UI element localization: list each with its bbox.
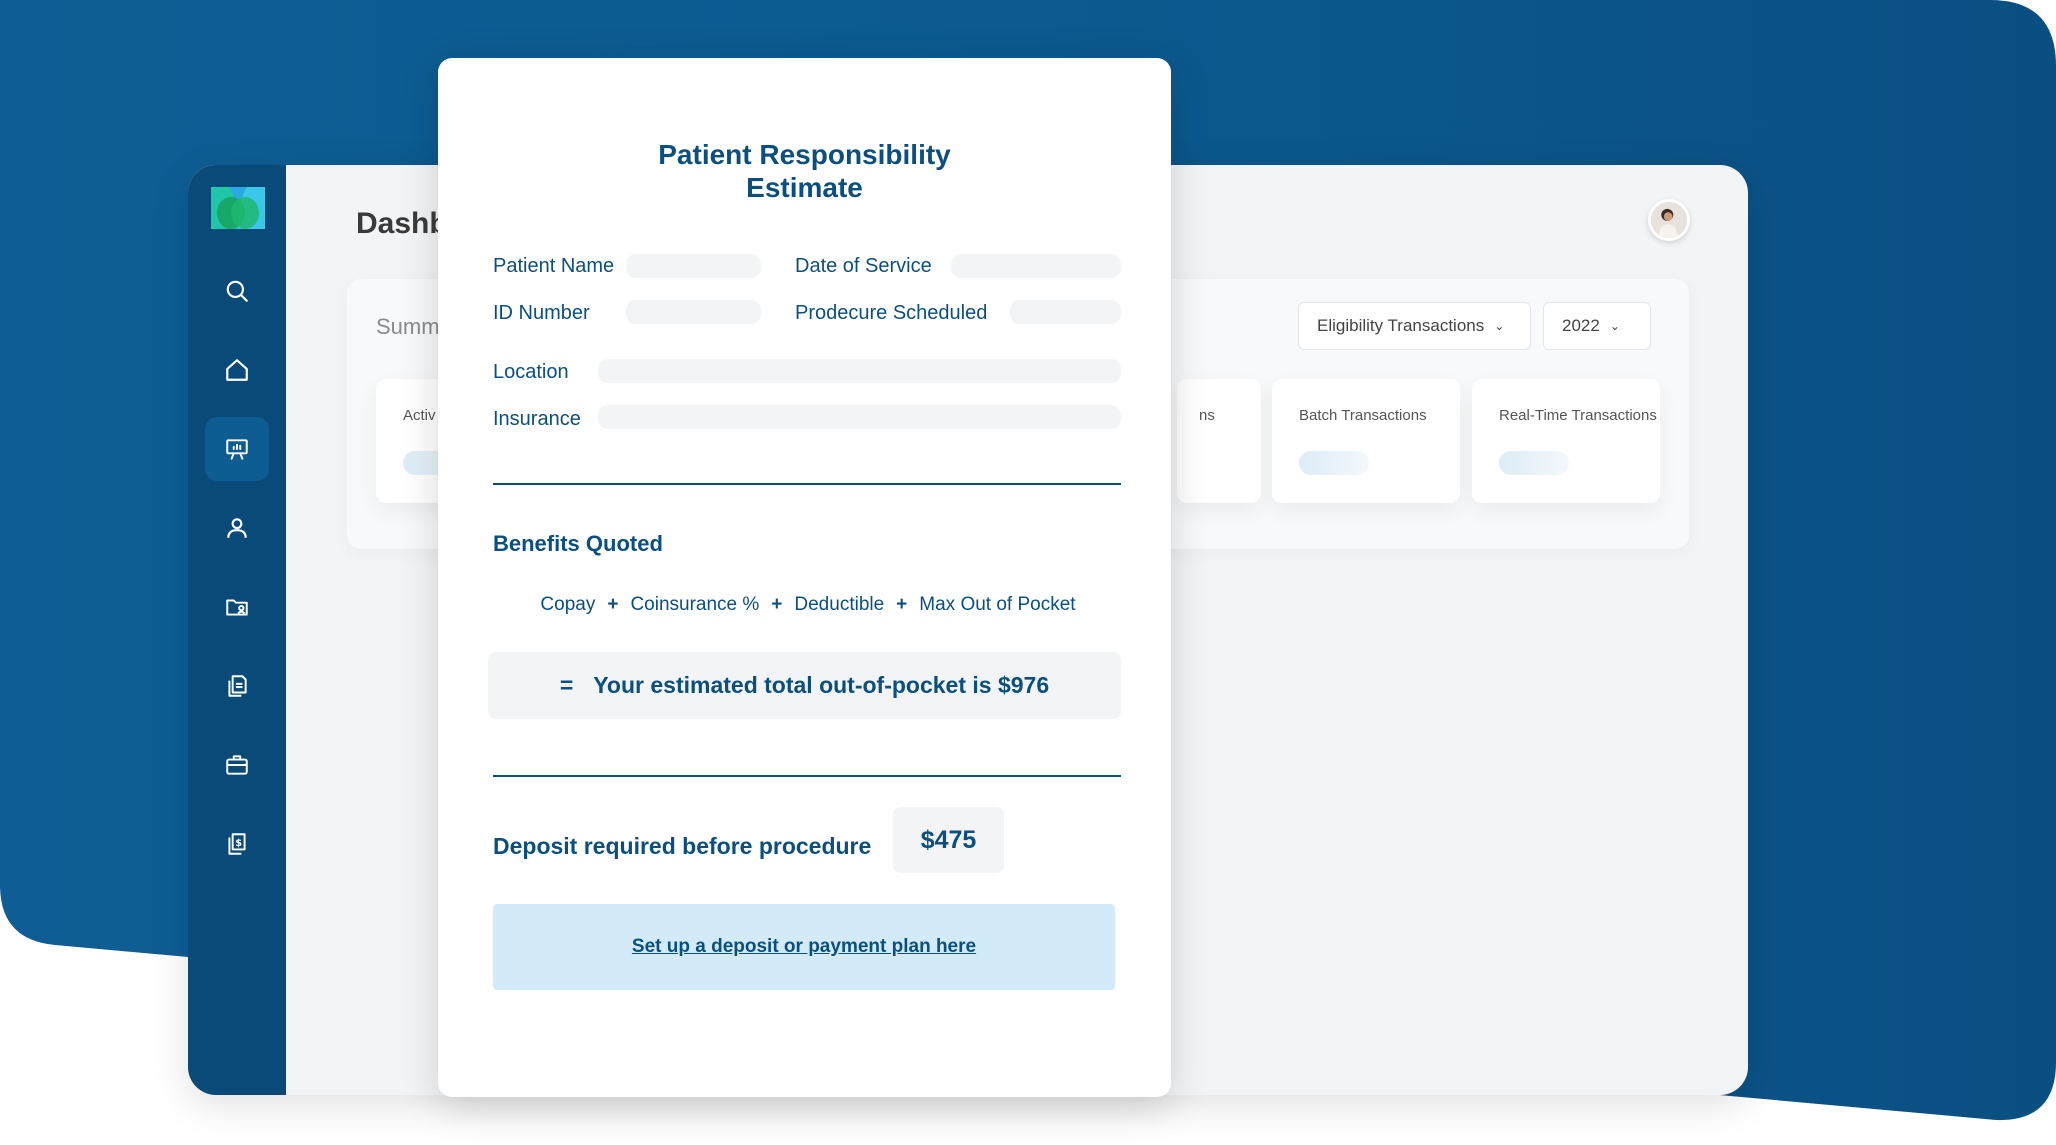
sidebar-item-user[interactable] bbox=[205, 496, 269, 560]
user-icon bbox=[227, 518, 247, 538]
briefcase-icon bbox=[226, 755, 248, 775]
svg-text:$: $ bbox=[235, 838, 242, 849]
estimated-total-box: = Your estimated total out-of-pocket is … bbox=[488, 652, 1121, 719]
payment-plan-button[interactable]: Set up a deposit or payment plan here bbox=[493, 904, 1115, 990]
coinsurance-label: Coinsurance % bbox=[630, 594, 760, 615]
avatar[interactable] bbox=[1648, 199, 1690, 241]
summary-title: Summ bbox=[376, 314, 440, 339]
plus-sign: + bbox=[896, 594, 908, 615]
section-divider bbox=[493, 775, 1121, 777]
chevron-down-icon: ⌄ bbox=[1609, 319, 1620, 333]
modal-title-line2: Estimate bbox=[746, 172, 863, 203]
transactions-dropdown-value: Eligibility Transactions bbox=[1317, 316, 1485, 335]
stat-card-realtime[interactable]: Real-Time Transactions bbox=[1472, 379, 1660, 503]
user-avatar-icon bbox=[1651, 202, 1687, 238]
presentation-chart-icon bbox=[226, 439, 248, 460]
plus-sign: + bbox=[607, 594, 619, 615]
stat-card-label: ns bbox=[1199, 407, 1215, 424]
plus-sign: + bbox=[771, 594, 783, 615]
stat-card-label: Real-Time Transactions bbox=[1499, 407, 1657, 424]
dollar-document-icon: $ bbox=[228, 833, 246, 855]
insurance-field[interactable] bbox=[598, 405, 1121, 429]
stat-card-transactions[interactable]: ns bbox=[1177, 379, 1261, 503]
section-divider bbox=[493, 483, 1121, 485]
payment-plan-link[interactable]: Set up a deposit or payment plan here bbox=[632, 936, 976, 958]
date-of-service-field[interactable] bbox=[951, 254, 1121, 278]
id-number-field[interactable] bbox=[626, 300, 761, 324]
sidebar-item-dashboard[interactable] bbox=[205, 417, 269, 481]
procedure-scheduled-field[interactable] bbox=[1010, 300, 1121, 324]
insurance-label: Insurance bbox=[493, 408, 581, 430]
stat-value-placeholder bbox=[1499, 451, 1569, 475]
document-icon bbox=[228, 675, 247, 697]
estimated-total-text: Your estimated total out-of-pocket is $9… bbox=[593, 672, 1050, 698]
sidebar-item-folder-user[interactable] bbox=[205, 575, 269, 639]
home-icon bbox=[226, 359, 248, 381]
chevron-down-icon: ⌄ bbox=[1494, 319, 1505, 333]
stat-card-label: Activ bbox=[403, 407, 436, 424]
copay-label: Copay bbox=[540, 594, 596, 615]
date-of-service-label: Date of Service bbox=[795, 255, 932, 277]
procedure-scheduled-label: Prodecure Scheduled bbox=[795, 302, 988, 324]
patient-estimate-modal: Patient Responsibility Estimate Patient … bbox=[438, 58, 1171, 1097]
app-logo-icon bbox=[211, 187, 265, 229]
sidebar: $ bbox=[188, 165, 286, 1095]
benefits-quoted-title: Benefits Quoted bbox=[493, 531, 663, 556]
year-dropdown-value: 2022 bbox=[1562, 316, 1600, 335]
patient-name-field[interactable] bbox=[626, 254, 761, 278]
stat-card-label: Batch Transactions bbox=[1299, 407, 1427, 424]
year-dropdown[interactable]: 2022 ⌄ bbox=[1543, 302, 1651, 350]
sidebar-item-briefcase[interactable] bbox=[205, 733, 269, 797]
max-out-of-pocket-label: Max Out of Pocket bbox=[919, 594, 1076, 615]
transactions-dropdown[interactable]: Eligibility Transactions ⌄ bbox=[1298, 302, 1531, 350]
sidebar-item-search[interactable] bbox=[205, 259, 269, 323]
modal-title: Patient Responsibility Estimate bbox=[438, 138, 1171, 204]
sidebar-item-billing[interactable]: $ bbox=[205, 812, 269, 876]
benefits-formula: Copay + Coinsurance % + Deductible + Max Out o… bbox=[488, 594, 1128, 616]
id-number-label: ID Number bbox=[493, 302, 590, 324]
search-icon bbox=[226, 280, 248, 302]
deposit-amount: $475 bbox=[893, 807, 1004, 873]
stat-value-placeholder bbox=[1299, 451, 1369, 475]
location-label: Location bbox=[493, 361, 569, 383]
deposit-label: Deposit required before procedure bbox=[493, 833, 872, 859]
deductible-label: Deductible bbox=[794, 594, 885, 615]
equals-sign: = bbox=[559, 672, 574, 698]
stat-card-batch[interactable]: Batch Transactions bbox=[1272, 379, 1460, 503]
folder-user-icon bbox=[226, 599, 248, 616]
page-title: Dashb bbox=[356, 207, 448, 240]
sidebar-item-home[interactable] bbox=[205, 338, 269, 402]
location-field[interactable] bbox=[598, 359, 1121, 383]
sidebar-item-documents[interactable] bbox=[205, 654, 269, 718]
modal-title-line1: Patient Responsibility bbox=[658, 139, 951, 170]
patient-name-label: Patient Name bbox=[493, 255, 615, 277]
